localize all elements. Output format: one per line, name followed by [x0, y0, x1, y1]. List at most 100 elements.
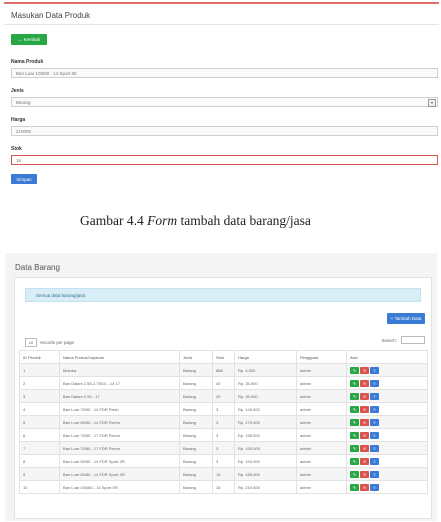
table-cell: 8: [19, 454, 60, 468]
table-row: 9 Ban Luar 80/80 - 14 FDR Sport XR Barang 1…: [19, 467, 428, 481]
column-header[interactable]: Jenis: [179, 350, 213, 364]
jenis-value: Barang: [16, 99, 31, 105]
table-cell: Ban Luar 100/80 - 14 Sport XR: [59, 480, 180, 494]
column-header[interactable]: Harga: [234, 350, 297, 364]
actions-cell: ✎ ✕ ≡: [346, 415, 428, 429]
edit-button[interactable]: ✎: [350, 379, 359, 387]
jenis-label: Jenis: [11, 88, 24, 94]
view-icon: ≡: [373, 445, 376, 451]
add-data-button[interactable]: + Tambah Data: [387, 313, 425, 324]
search-input[interactable]: [401, 336, 425, 344]
jenis-select[interactable]: Barang ▾: [11, 97, 438, 107]
delete-button[interactable]: ✕: [360, 379, 369, 387]
caption-suffix: tambah data barang/jasa: [177, 213, 311, 228]
harga-input[interactable]: 210000: [11, 126, 438, 136]
delete-button[interactable]: ✕: [360, 457, 369, 465]
view-button[interactable]: ≡: [370, 405, 379, 413]
table-row: 10 Ban Luar 100/80 - 14 Sport XR Barang 15 R…: [19, 480, 428, 494]
table-cell: Barang: [179, 376, 213, 390]
table-cell: Ban Luar 80/90 - 14 FDR Flemo: [59, 415, 180, 429]
edit-icon: ✎: [352, 471, 357, 477]
table-cell: Rp. 165.000: [234, 441, 297, 455]
delete-button[interactable]: ✕: [360, 483, 369, 491]
view-button[interactable]: ≡: [370, 470, 379, 478]
table-row: 4 Ban Luar 70/90 - 14 FDR Flesh Barang 3 Rp.…: [19, 402, 428, 416]
table-header-row: ID Produk Nama Produk/Layanan Jenis Stok…: [19, 350, 428, 364]
column-header[interactable]: Nama Produk/Layanan: [59, 350, 180, 364]
table-cell: Rp. 185.000: [234, 467, 297, 481]
edit-button[interactable]: ✎: [350, 444, 359, 452]
table-cell: Rp. 175.000: [234, 415, 297, 429]
table-cell: Ban Dalam 2.50 - 17: [59, 389, 180, 403]
table-cell: 9: [19, 467, 60, 481]
delete-button[interactable]: ✕: [360, 405, 369, 413]
nama-produk-input[interactable]: Ban Luar 100/80 - 14 Sport 65: [11, 68, 438, 78]
delete-button[interactable]: ✕: [360, 470, 369, 478]
table-cell: 4: [19, 402, 60, 416]
view-button[interactable]: ≡: [370, 483, 379, 491]
edit-button[interactable]: ✎: [350, 405, 359, 413]
delete-icon: ✕: [362, 367, 367, 373]
table-row: 6 Ban Luar 70/90 - 17 FDR Flemo Barang 3 Rp.…: [19, 428, 428, 442]
view-button[interactable]: ≡: [370, 418, 379, 426]
harga-value: 210000: [16, 128, 32, 134]
edit-button[interactable]: ✎: [350, 431, 359, 439]
add-data-label: Tambah Data: [394, 316, 422, 321]
kembali-button[interactable]: ← Kembali: [11, 34, 47, 45]
form-title: Masukan Data Produk: [11, 11, 91, 20]
view-icon: ≡: [373, 471, 376, 477]
table-cell: 10: [19, 480, 60, 494]
table-cell: admin: [296, 363, 347, 377]
edit-icon: ✎: [352, 380, 357, 386]
view-button[interactable]: ≡: [370, 457, 379, 465]
delete-icon: ✕: [362, 419, 367, 425]
table-cell: Barang: [179, 389, 213, 403]
delete-button[interactable]: ✕: [360, 444, 369, 452]
view-button[interactable]: ≡: [370, 379, 379, 387]
table-cell: 3: [212, 402, 235, 416]
table-row: 5 Ban Luar 80/90 - 14 FDR Flemo Barang 3 Rp.…: [19, 415, 428, 429]
edit-button[interactable]: ✎: [350, 483, 359, 491]
table-cell: 2: [19, 376, 60, 390]
list-title: Data Barang: [15, 263, 60, 272]
delete-button[interactable]: ✕: [360, 418, 369, 426]
stok-input[interactable]: 16: [11, 155, 438, 165]
view-button[interactable]: ≡: [370, 431, 379, 439]
simpan-button[interactable]: Simpan: [11, 174, 37, 184]
delete-button[interactable]: ✕: [360, 366, 369, 374]
column-header[interactable]: Aksi: [346, 350, 428, 364]
table-cell: Ban Luar 70/80 - 17 FDR Flemo: [59, 441, 180, 455]
delete-button[interactable]: ✕: [360, 392, 369, 400]
view-icon: ≡: [373, 380, 376, 386]
table-row: 8 Ban Luar 90/90 - 14 FDR Sport ZR Barang 3…: [19, 454, 428, 468]
view-icon: ≡: [373, 458, 376, 464]
actions-cell: ✎ ✕ ≡: [346, 402, 428, 416]
view-button[interactable]: ≡: [370, 366, 379, 374]
view-button[interactable]: ≡: [370, 444, 379, 452]
edit-button[interactable]: ✎: [350, 366, 359, 374]
edit-button[interactable]: ✎: [350, 392, 359, 400]
view-icon: ≡: [373, 393, 376, 399]
table-cell: admin: [296, 415, 347, 429]
delete-icon: ✕: [362, 445, 367, 451]
column-header[interactable]: Stok: [212, 350, 235, 364]
table-cell: 15: [212, 480, 235, 494]
column-header[interactable]: ID Produk: [19, 350, 60, 364]
table-row: 2 Ban Dalam 2.50-2.75/14 - 14 17 Barang 40 R…: [19, 376, 428, 390]
table-cell: Ban Luar 70/90 - 14 FDR Flesh: [59, 402, 180, 416]
delete-button[interactable]: ✕: [360, 431, 369, 439]
list-card: Semua data barang/jasa + Tambah Data 10 …: [14, 277, 432, 519]
page-length-select[interactable]: 10: [25, 338, 37, 347]
edit-button[interactable]: ✎: [350, 418, 359, 426]
view-button[interactable]: ≡: [370, 392, 379, 400]
edit-button[interactable]: ✎: [350, 457, 359, 465]
table-cell: Barang: [179, 363, 213, 377]
table-cell: Ban Luar 70/90 - 17 FDR Flemo: [59, 428, 180, 442]
table-cell: Rp. 35.000: [234, 376, 297, 390]
actions-cell: ✎ ✕ ≡: [346, 389, 428, 403]
actions-cell: ✎ ✕ ≡: [346, 376, 428, 390]
list-screenshot: Data Barang Semua data barang/jasa + Tam…: [5, 253, 437, 521]
table-cell: Rp. 193.000: [234, 454, 297, 468]
edit-button[interactable]: ✎: [350, 470, 359, 478]
column-header[interactable]: Pengguna: [296, 350, 347, 364]
